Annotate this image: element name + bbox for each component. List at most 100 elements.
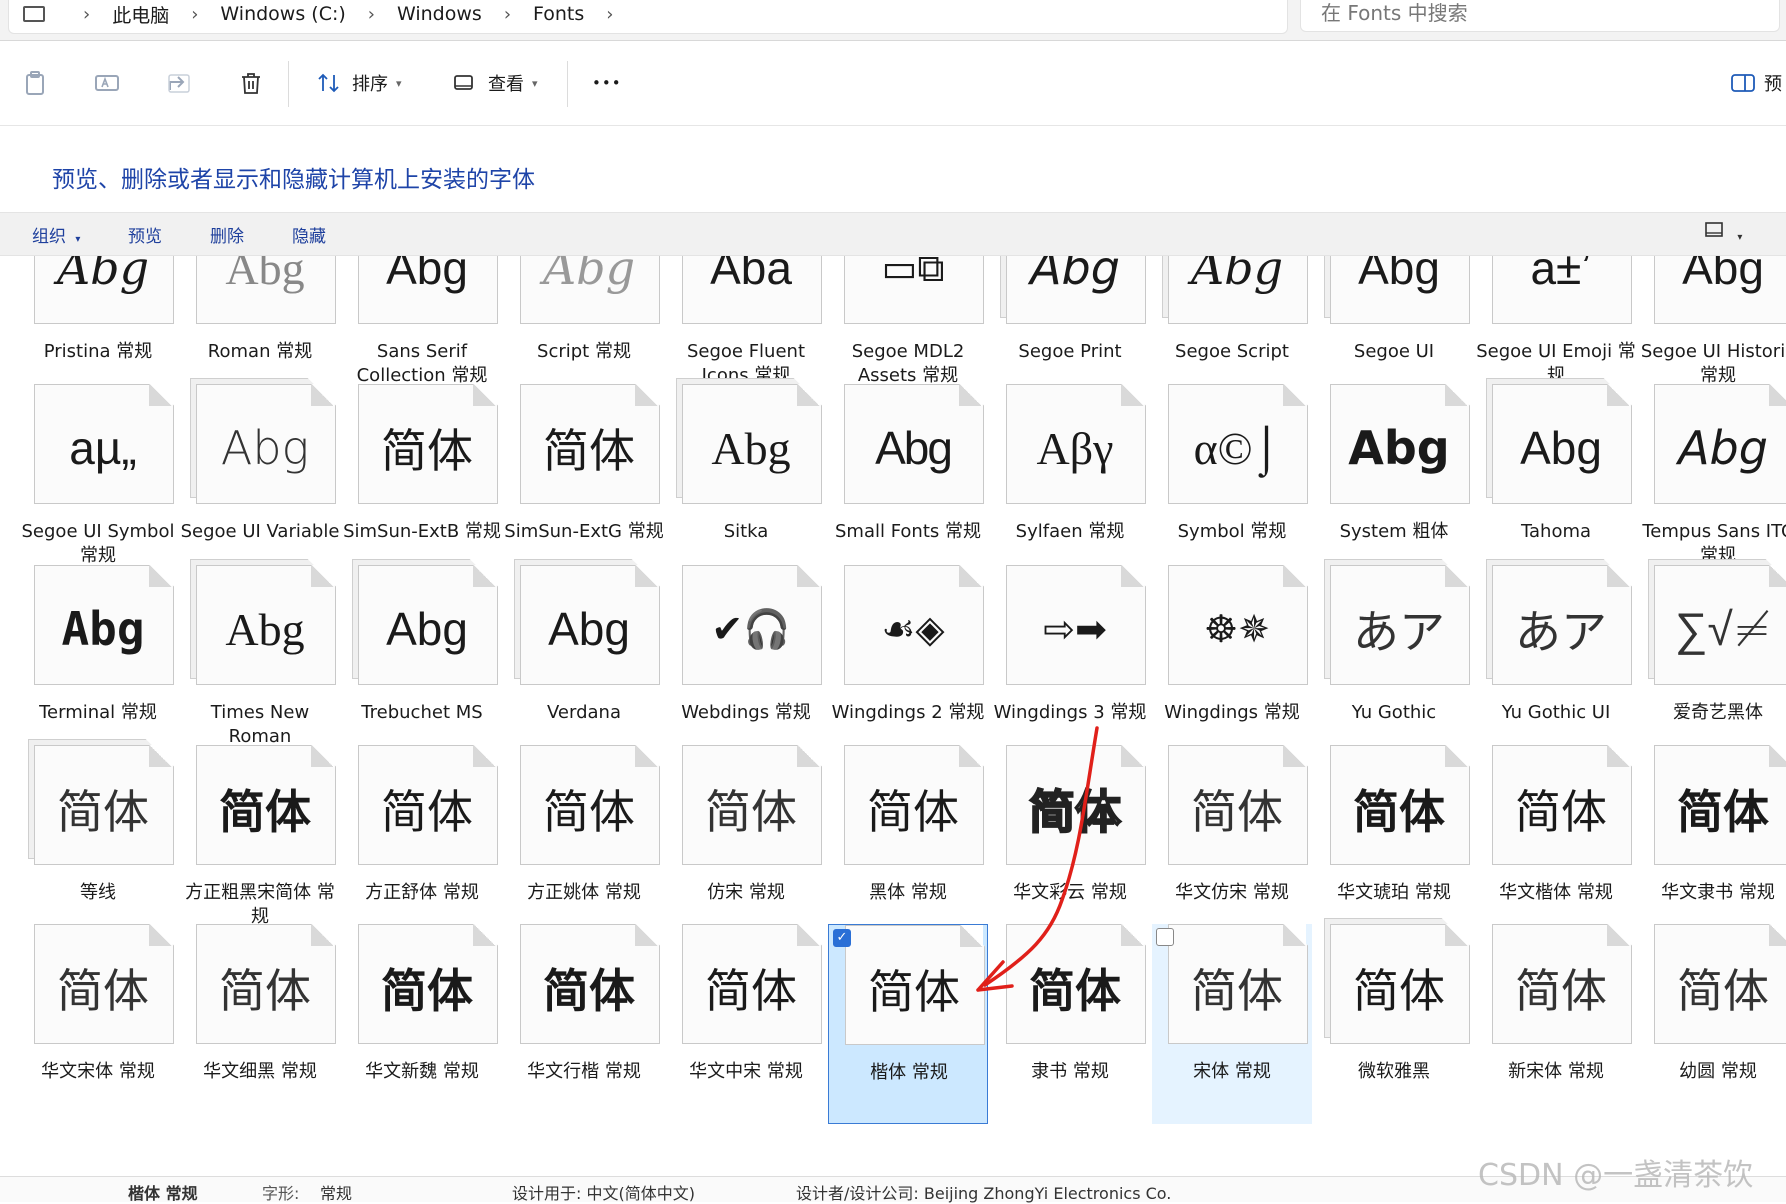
font-name: Segoe Print	[1018, 341, 1122, 362]
delete-button[interactable]	[238, 41, 264, 125]
font-name: 黑体 常规	[869, 882, 947, 903]
font-tile[interactable]: 简体 华文楷体 常规	[1476, 745, 1636, 945]
preview-command[interactable]: 预览	[128, 222, 162, 247]
font-name: 方正舒体 常规	[365, 882, 479, 903]
font-tile[interactable]: 简体 方正粗黑宋简体 常规	[180, 745, 340, 945]
chevron-right-icon: ›	[191, 3, 199, 25]
font-tile[interactable]: ▭⧉ Segoe MDL2 Assets 常规	[828, 256, 988, 404]
font-tile[interactable]: Abg Segoe UI Variable	[180, 378, 340, 584]
chevron-right-icon[interactable]: ›	[606, 4, 613, 25]
view-button[interactable]: 查看 ▾	[452, 41, 538, 125]
sort-button[interactable]: 排序 ▾	[316, 41, 402, 125]
font-tile[interactable]: 简体 华文彩云 常规	[990, 745, 1150, 945]
font-tile[interactable]: 简体 华文琥珀 常规	[1314, 745, 1474, 945]
font-tile[interactable]: 简体 方正姚体 常规	[504, 745, 664, 945]
font-tile[interactable]: 简体 方正舒体 常规	[342, 745, 502, 945]
font-tile[interactable]: あア Yu Gothic UI	[1476, 559, 1636, 765]
font-tile[interactable]: 简体 宋体 常规	[1152, 924, 1312, 1124]
rename-button[interactable]	[94, 41, 120, 125]
font-tile[interactable]: ∑√≠ 爱奇艺黑体	[1638, 559, 1786, 765]
more-options-button[interactable]: •••	[592, 41, 622, 125]
delete-command[interactable]: 删除	[210, 222, 244, 247]
font-tile[interactable]: あア Yu Gothic	[1314, 559, 1474, 765]
font-tile[interactable]: 简体 华文宋体 常规	[18, 924, 178, 1124]
font-tile[interactable]: Abg Segoe Script	[1152, 256, 1312, 404]
font-tile[interactable]: Abg Segoe UI	[1314, 256, 1474, 404]
font-tile[interactable]: Abg Terminal 常规	[18, 565, 178, 765]
paste-button[interactable]	[22, 41, 48, 125]
font-tile[interactable]: Abg Script 常规	[504, 256, 664, 404]
font-sample: 简体	[868, 965, 960, 1019]
share-button[interactable]	[166, 41, 192, 125]
font-tile[interactable]: Abg Tahoma	[1476, 378, 1636, 584]
font-tile[interactable]: Abg Segoe UI Historic 常规	[1638, 256, 1786, 404]
font-tile[interactable]: Abg Verdana	[504, 559, 664, 765]
font-sample: Abg	[1348, 421, 1450, 475]
view-label: 查看	[488, 74, 524, 95]
breadcrumb-fonts[interactable]: Fonts	[533, 3, 584, 25]
font-tile[interactable]: Abg Times New Roman	[180, 559, 340, 765]
font-tile[interactable]: Abg Segoe Print	[990, 256, 1150, 404]
font-tile[interactable]: 简体 微软雅黑	[1314, 918, 1474, 1124]
font-tile[interactable]: ☙◈ Wingdings 2 常规	[828, 565, 988, 765]
font-tile[interactable]: ☸✵ Wingdings 常规	[1152, 565, 1312, 765]
font-sample: あア	[1353, 605, 1445, 659]
font-sample: 简体	[381, 424, 473, 478]
font-sample: ✔🎧	[711, 606, 791, 651]
font-tile[interactable]: 简体 华文隶书 常规	[1638, 745, 1786, 945]
font-sample: Abg	[1520, 422, 1602, 474]
font-tile[interactable]: 简体 华文中宋 常规	[666, 924, 826, 1124]
font-tile[interactable]: 简体 华文行楷 常规	[504, 924, 664, 1124]
font-tile[interactable]: Abg Tempus Sans ITC 常规	[1638, 384, 1786, 584]
font-name: Segoe UI Historic 常规	[1640, 341, 1786, 386]
font-name: 方正姚体 常规	[527, 882, 641, 903]
font-tile[interactable]: 简体 SimSun-ExtB 常规	[342, 384, 502, 584]
font-tile[interactable]: ⇨➡ Wingdings 3 常规	[990, 565, 1150, 765]
font-tile[interactable]: Abg Small Fonts 常规	[828, 384, 988, 584]
font-tile[interactable]: 简体 新宋体 常规	[1476, 924, 1636, 1124]
hide-command[interactable]: 隐藏	[292, 222, 326, 247]
view-options-button[interactable]: ▾	[1704, 220, 1742, 245]
font-name: 华文仿宋 常规	[1175, 882, 1289, 903]
font-tile[interactable]: 简体 华文新魏 常规	[342, 924, 502, 1124]
font-tile[interactable]: Abg Pristina 常规	[18, 256, 178, 404]
font-tile[interactable]: 简体 华文仿宋 常规	[1152, 745, 1312, 945]
breadcrumb-windows[interactable]: Windows	[397, 3, 482, 25]
font-name: 华文行楷 常规	[527, 1061, 641, 1082]
font-name: 幼圆 常规	[1679, 1061, 1757, 1082]
font-tile[interactable]: 简体 华文细黑 常规	[180, 924, 340, 1124]
organize-menu[interactable]: 组织 ▾	[32, 222, 80, 247]
font-name: 华文隶书 常规	[1661, 882, 1775, 903]
toolbar-divider	[567, 61, 568, 107]
breadcrumb-this-pc[interactable]: 此电脑	[112, 1, 169, 28]
font-tile[interactable]: Abg Sitka	[666, 378, 826, 584]
font-sample: 简体	[1353, 785, 1445, 839]
title-bar: › 此电脑 › Windows (C:) › Windows › Fonts ›…	[0, 0, 1786, 41]
font-sample: Abg	[548, 603, 630, 655]
font-tile[interactable]: aµ„ Segoe UI Symbol 常规	[18, 384, 178, 584]
selection-checkbox[interactable]	[1156, 928, 1174, 946]
font-tile[interactable]: ✔🎧 Webdings 常规	[666, 565, 826, 765]
trash-icon	[242, 73, 260, 94]
selection-checkbox[interactable]: ✓	[833, 929, 851, 947]
font-tile[interactable]: 简体 仿宋 常规	[666, 745, 826, 945]
search-input[interactable]: 在 Fonts 中搜索	[1300, 0, 1780, 32]
font-name: 微软雅黑	[1358, 1061, 1430, 1082]
font-tile[interactable]: Αβγ Sylfaen 常规	[990, 384, 1150, 584]
font-tile[interactable]: Abg Sans Serif Collection 常规	[342, 256, 502, 404]
address-bar[interactable]: › 此电脑 › Windows (C:) › Windows › Fonts ›	[8, 0, 1288, 34]
font-sample: あア	[1515, 605, 1607, 659]
font-name: Webdings 常规	[681, 702, 811, 723]
font-tile[interactable]: 简体 SimSun-ExtG 常规	[504, 384, 664, 584]
font-tile[interactable]: α©⌡ Symbol 常规	[1152, 384, 1312, 584]
breadcrumb-windows-c[interactable]: Windows (C:)	[220, 3, 345, 25]
font-tile[interactable]: 简体 黑体 常规	[828, 745, 988, 945]
font-tile[interactable]: 简体 隶书 常规	[990, 924, 1150, 1124]
preview-pane-label: 预	[1764, 74, 1782, 95]
font-tile[interactable]: Abg Trebuchet MS	[342, 559, 502, 765]
font-tile[interactable]: 简体 楷体 常规 ✓	[828, 924, 988, 1124]
font-tile[interactable]: 简体 等线	[18, 739, 178, 945]
preview-pane-button[interactable]: 预	[1730, 41, 1782, 125]
font-tile[interactable]: Abg System 粗体	[1314, 384, 1474, 584]
font-tile[interactable]: 简体 幼圆 常规	[1638, 924, 1786, 1124]
